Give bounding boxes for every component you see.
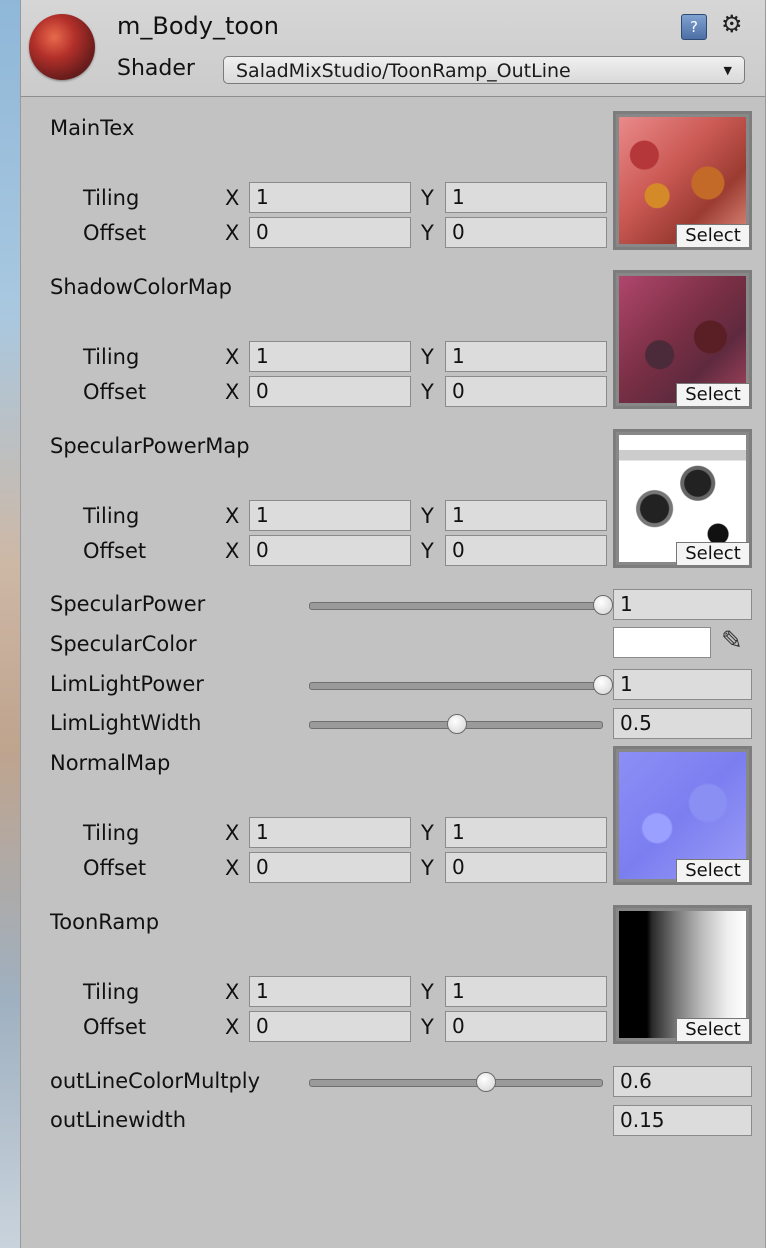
toonramp-slot[interactable]: Select — [613, 905, 752, 1044]
normalmap-offset-x-field[interactable]: 0 — [249, 852, 411, 883]
slider-thumb[interactable] — [476, 1072, 497, 1092]
x-label: X — [225, 821, 240, 845]
offset-label: Offset — [83, 380, 147, 404]
lim-light-power-label: LimLightPower — [50, 672, 204, 696]
maintex-offset-x-field[interactable]: 0 — [249, 217, 411, 248]
texture-label-toonramp: ToonRamp — [50, 910, 160, 934]
slider-thumb[interactable] — [447, 714, 467, 734]
lim-light-width-field[interactable]: 0.5 — [613, 708, 752, 739]
y-label: Y — [421, 380, 434, 404]
maintex-select-button[interactable]: Select — [676, 224, 749, 247]
x-label: X — [225, 980, 240, 1004]
x-label: X — [225, 221, 240, 245]
x-label: X — [225, 380, 240, 404]
material-header: m_Body_toon Shader SaladMixStudio/ToonRa… — [21, 0, 765, 97]
help-icon[interactable]: ? — [681, 14, 707, 40]
shadowcolormap-offset-y-field[interactable]: 0 — [445, 376, 607, 407]
texture-label-normalmap: NormalMap — [50, 751, 171, 775]
y-label: Y — [421, 856, 434, 880]
normalmap-slot[interactable]: Select — [613, 746, 752, 885]
specularpowermap-offset-y-field[interactable]: 0 — [445, 535, 607, 566]
maintex-slot[interactable]: Select — [613, 111, 752, 250]
normalmap-offset-y-field[interactable]: 0 — [445, 852, 607, 883]
normalmap-tiling-y-field[interactable]: 1 — [445, 817, 607, 848]
shader-label: Shader — [117, 56, 195, 81]
slider-thumb[interactable] — [593, 595, 613, 615]
offset-label: Offset — [83, 1015, 147, 1039]
normalmap-select-button[interactable]: Select — [676, 859, 749, 882]
maintex-tiling-y-field[interactable]: 1 — [445, 182, 607, 213]
texture-label-shadowcolormap: ShadowColorMap — [50, 275, 233, 299]
toonramp-tiling-x-field[interactable]: 1 — [249, 976, 411, 1007]
toonramp-offset-y-field[interactable]: 0 — [445, 1011, 607, 1042]
tiling-label: Tiling — [83, 345, 140, 369]
offset-label: Offset — [83, 539, 147, 563]
y-label: Y — [421, 980, 434, 1004]
specular-power-label: SpecularPower — [50, 592, 206, 616]
outline-color-multiply-label: outLineColorMultply — [50, 1069, 261, 1093]
outline-width-field[interactable]: 0.15 — [613, 1105, 752, 1136]
material-name: m_Body_toon — [117, 12, 279, 40]
texture-label-maintex: MainTex — [50, 116, 135, 140]
specularpowermap-select-button[interactable]: Select — [676, 542, 749, 565]
lim-light-power-field[interactable]: 1 — [613, 669, 752, 700]
eyedropper-icon[interactable]: ✎ — [721, 626, 743, 656]
offset-label: Offset — [83, 856, 147, 880]
x-label: X — [225, 1015, 240, 1039]
material-preview-sphere — [29, 14, 95, 80]
toonramp-offset-x-field[interactable]: 0 — [249, 1011, 411, 1042]
toonramp-tiling-y-field[interactable]: 1 — [445, 976, 607, 1007]
tiling-label: Tiling — [83, 980, 140, 1004]
shader-value: SaladMixStudio/ToonRamp_OutLine — [236, 60, 571, 82]
offset-label: Offset — [83, 221, 147, 245]
y-label: Y — [421, 186, 434, 210]
specular-power-field[interactable]: 1 — [613, 589, 752, 620]
lim-light-width-slider[interactable] — [309, 714, 603, 734]
toonramp-select-button[interactable]: Select — [676, 1018, 749, 1041]
dropdown-arrow-icon: ▼ — [723, 64, 732, 77]
lim-light-width-label: LimLightWidth — [50, 711, 202, 735]
specularpowermap-tiling-x-field[interactable]: 1 — [249, 500, 411, 531]
y-label: Y — [421, 821, 434, 845]
shadowcolormap-tiling-y-field[interactable]: 1 — [445, 341, 607, 372]
tiling-label: Tiling — [83, 186, 140, 210]
x-label: X — [225, 856, 240, 880]
x-label: X — [225, 504, 240, 528]
y-label: Y — [421, 221, 434, 245]
specular-color-swatch[interactable] — [613, 627, 711, 658]
outline-color-multiply-slider[interactable] — [309, 1072, 603, 1092]
material-inspector-panel: m_Body_toon Shader SaladMixStudio/ToonRa… — [20, 0, 766, 1248]
y-label: Y — [421, 504, 434, 528]
specular-color-label: SpecularColor — [50, 632, 197, 656]
shadowcolormap-slot[interactable]: Select — [613, 270, 752, 409]
shadowcolormap-offset-x-field[interactable]: 0 — [249, 376, 411, 407]
normalmap-tiling-x-field[interactable]: 1 — [249, 817, 411, 848]
maintex-offset-y-field[interactable]: 0 — [445, 217, 607, 248]
tiling-label: Tiling — [83, 504, 140, 528]
x-label: X — [225, 345, 240, 369]
specularpowermap-slot[interactable]: Select — [613, 429, 752, 568]
outline-color-multiply-field[interactable]: 0.6 — [613, 1066, 752, 1097]
shadowcolormap-select-button[interactable]: Select — [676, 383, 749, 406]
lim-light-power-slider[interactable] — [309, 675, 613, 695]
specularpowermap-offset-x-field[interactable]: 0 — [249, 535, 411, 566]
slider-thumb[interactable] — [593, 675, 613, 695]
y-label: Y — [421, 539, 434, 563]
x-label: X — [225, 539, 240, 563]
shadowcolormap-tiling-x-field[interactable]: 1 — [249, 341, 411, 372]
specularpowermap-tiling-y-field[interactable]: 1 — [445, 500, 607, 531]
x-label: X — [225, 186, 240, 210]
outline-width-label: outLinewidth — [50, 1108, 187, 1132]
maintex-tiling-x-field[interactable]: 1 — [249, 182, 411, 213]
gear-icon[interactable]: ⚙ — [721, 10, 743, 38]
specular-power-slider[interactable] — [309, 595, 613, 615]
y-label: Y — [421, 1015, 434, 1039]
y-label: Y — [421, 345, 434, 369]
tiling-label: Tiling — [83, 821, 140, 845]
shader-dropdown[interactable]: SaladMixStudio/ToonRamp_OutLine ▼ — [223, 56, 745, 84]
texture-label-specularpowermap: SpecularPowerMap — [50, 434, 250, 458]
